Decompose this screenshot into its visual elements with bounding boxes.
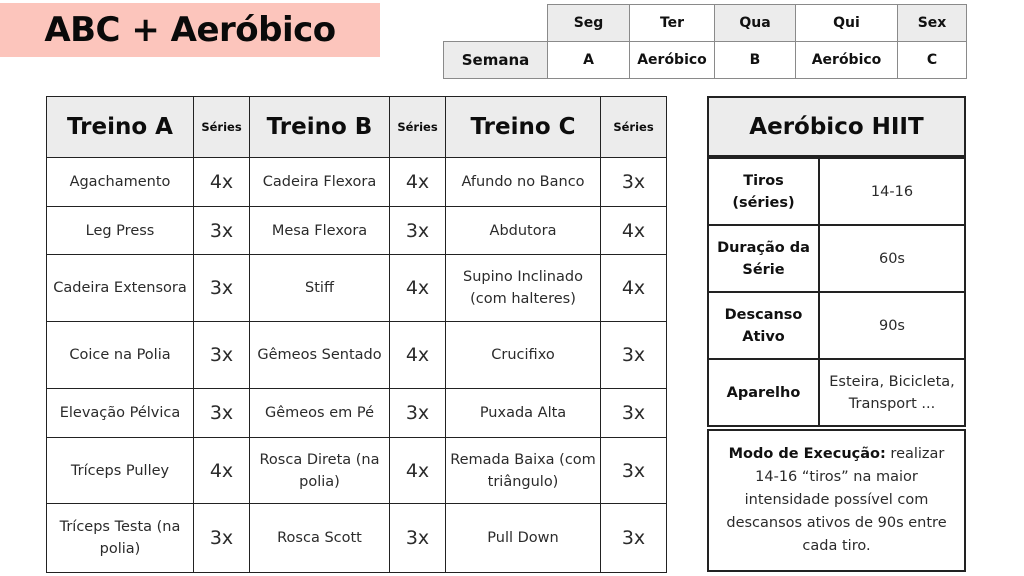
day-header: Sex xyxy=(897,4,967,42)
hiit-row: Aparelho Esteira, Bicicleta, Transport .… xyxy=(707,358,966,427)
exercise-a: Cadeira Extensora xyxy=(46,254,194,322)
day-workout: A xyxy=(547,41,630,79)
table-row: Coice na Polia 3x Gêmeos Sentado 4x Crucifix… xyxy=(46,321,667,389)
sets-a: 3x xyxy=(193,321,250,389)
exercise-c: Supino Inclinado (com halteres) xyxy=(445,254,601,322)
execution-mode-text: Modo de Execução: realizar 14-16 “tiros”… xyxy=(721,443,952,558)
sets-a: 3x xyxy=(193,254,250,322)
execution-mode-description: realizar 14-16 “tiros” na maior intensid… xyxy=(726,446,947,554)
page-title: ABC + Aeróbico xyxy=(44,10,336,50)
sets-b: 4x xyxy=(389,157,446,207)
workouts-table: Treino A Séries Treino B Séries Treino C… xyxy=(46,96,667,573)
exercise-b: Cadeira Flexora xyxy=(249,157,390,207)
header-sets: Séries xyxy=(600,96,667,158)
sets-c: 3x xyxy=(600,503,667,573)
day-header: Seg xyxy=(547,4,630,42)
week-row-label: Semana xyxy=(443,41,548,79)
sets-b: 4x xyxy=(389,254,446,322)
table-row: Elevação Pélvica 3x Gêmeos em Pé 3x Puxada A… xyxy=(46,388,667,438)
day-workout: C xyxy=(897,41,967,79)
exercise-a: Leg Press xyxy=(46,206,194,255)
exercise-c: Remada Baixa (com triângulo) xyxy=(445,437,601,504)
table-row: Leg Press 3x Mesa Flexora 3x Abdutora 4x xyxy=(46,206,667,255)
sets-a: 4x xyxy=(193,437,250,504)
sets-a: 4x xyxy=(193,157,250,207)
table-row: Cadeira Extensora 3x Stiff 4x Supino Inclina… xyxy=(46,254,667,322)
hiit-row: Tiros (séries) 14-16 xyxy=(707,157,966,226)
sets-b: 4x xyxy=(389,437,446,504)
day-header: Qui xyxy=(795,4,898,42)
exercise-b: Mesa Flexora xyxy=(249,206,390,255)
page-title-banner: ABC + Aeróbico xyxy=(0,3,380,57)
exercise-b: Stiff xyxy=(249,254,390,322)
header-sets: Séries xyxy=(389,96,446,158)
exercise-c: Afundo no Banco xyxy=(445,157,601,207)
exercise-c: Puxada Alta xyxy=(445,388,601,438)
header-treino-b: Treino B xyxy=(249,96,390,158)
sets-b: 3x xyxy=(389,206,446,255)
day-workout: B xyxy=(714,41,796,79)
sets-c: 3x xyxy=(600,388,667,438)
execution-mode-box: Modo de Execução: realizar 14-16 “tiros”… xyxy=(707,429,966,572)
day-workout: Aeróbico xyxy=(795,41,898,79)
exercise-b: Rosca Scott xyxy=(249,503,390,573)
hiit-row: Duração da Série 60s xyxy=(707,224,966,293)
hiit-label: Tiros (séries) xyxy=(707,157,820,226)
exercise-a: Tríceps Testa (na polia) xyxy=(46,503,194,573)
table-header-row: Treino A Séries Treino B Séries Treino C… xyxy=(46,96,667,158)
hiit-label: Duração da Série xyxy=(707,224,820,293)
execution-mode-label: Modo de Execução: xyxy=(728,446,886,462)
sets-c: 3x xyxy=(600,437,667,504)
hiit-value: Esteira, Bicicleta, Transport ... xyxy=(818,358,966,427)
exercise-a: Agachamento xyxy=(46,157,194,207)
exercise-b: Gêmeos Sentado xyxy=(249,321,390,389)
day-header: Ter xyxy=(629,4,715,42)
sets-a: 3x xyxy=(193,206,250,255)
header-sets: Séries xyxy=(193,96,250,158)
day-workout: Aeróbico xyxy=(629,41,715,79)
table-row: Agachamento 4x Cadeira Flexora 4x Afundo no … xyxy=(46,157,667,207)
exercise-a: Tríceps Pulley xyxy=(46,437,194,504)
exercise-a: Elevação Pélvica xyxy=(46,388,194,438)
header-treino-a: Treino A xyxy=(46,96,194,158)
hiit-value: 60s xyxy=(818,224,966,293)
sets-b: 3x xyxy=(389,503,446,573)
exercise-c: Abdutora xyxy=(445,206,601,255)
sets-c: 4x xyxy=(600,254,667,322)
hiit-label: Descanso Ativo xyxy=(707,291,820,360)
day-header: Qua xyxy=(714,4,796,42)
header-treino-c: Treino C xyxy=(445,96,601,158)
sets-c: 4x xyxy=(600,206,667,255)
exercise-b: Rosca Direta (na polia) xyxy=(249,437,390,504)
sets-b: 4x xyxy=(389,321,446,389)
table-row: Tríceps Pulley 4x Rosca Direta (na polia) 4… xyxy=(46,437,667,504)
sets-a: 3x xyxy=(193,388,250,438)
exercise-a: Coice na Polia xyxy=(46,321,194,389)
sets-a: 3x xyxy=(193,503,250,573)
hiit-value: 90s xyxy=(818,291,966,360)
hiit-label: Aparelho xyxy=(707,358,820,427)
exercise-c: Crucifixo xyxy=(445,321,601,389)
hiit-row: Descanso Ativo 90s xyxy=(707,291,966,360)
sets-c: 3x xyxy=(600,157,667,207)
hiit-table: Tiros (séries) 14-16 Duração da Série 60… xyxy=(707,157,966,427)
hiit-value: 14-16 xyxy=(818,157,966,226)
exercise-b: Gêmeos em Pé xyxy=(249,388,390,438)
sets-c: 3x xyxy=(600,321,667,389)
table-row: Tríceps Testa (na polia) 3x Rosca Scott 3x P… xyxy=(46,503,667,573)
hiit-title: Aeróbico HIIT xyxy=(707,96,966,157)
sets-b: 3x xyxy=(389,388,446,438)
exercise-c: Pull Down xyxy=(445,503,601,573)
